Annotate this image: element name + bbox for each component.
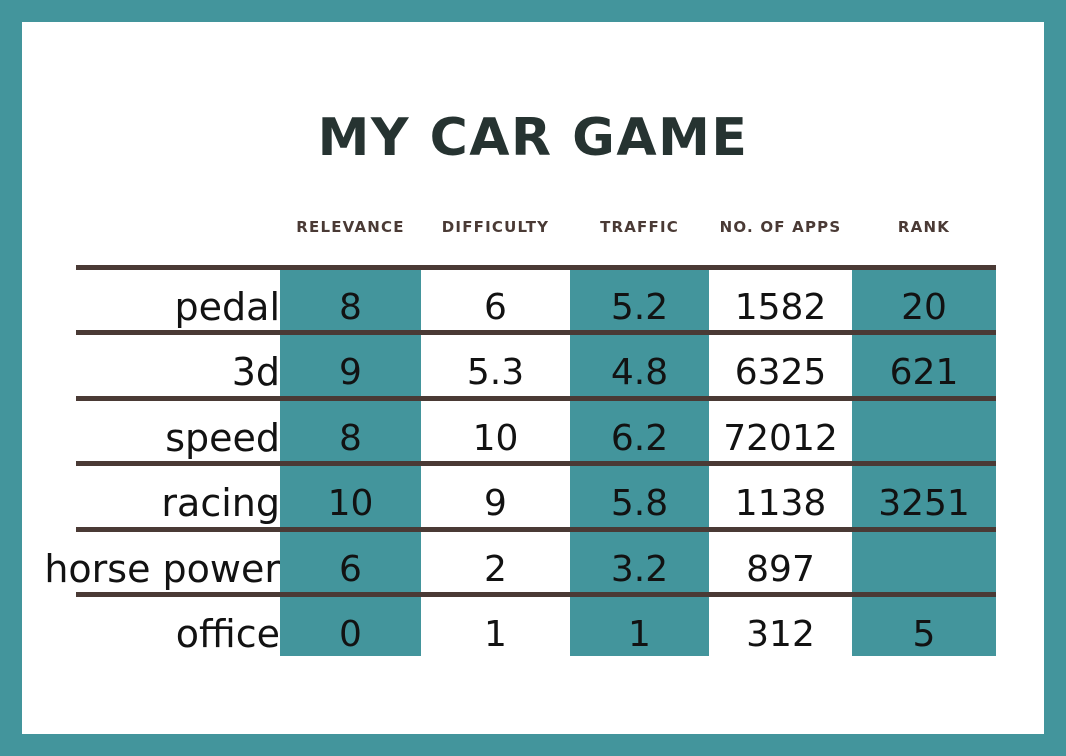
- row-label: office: [175, 612, 280, 656]
- table-cell: 312: [746, 614, 815, 655]
- table-rule: [76, 265, 996, 270]
- table-cell: 621: [889, 352, 959, 393]
- row-label: 3d: [231, 350, 280, 394]
- table-cell: 6.2: [610, 418, 669, 459]
- table-cell: 6: [339, 549, 362, 590]
- table-cell: 9: [484, 483, 507, 524]
- table-cell: 1582: [734, 287, 827, 328]
- row-label: speed: [165, 416, 280, 460]
- table-cell: 20: [901, 287, 947, 328]
- column-header-relevance: RELEVANCE: [296, 218, 405, 236]
- table-cell: 10: [327, 483, 374, 524]
- table-cell: 6325: [734, 352, 827, 393]
- column-header-traffic: TRAFFIC: [600, 218, 679, 236]
- poster-frame: MY CAR GAME RELEVANCE DIFFICULTY TRAFFIC…: [0, 0, 1066, 756]
- table-cell: 72012: [723, 418, 838, 459]
- table-cell: 1: [484, 614, 507, 655]
- row-label: racing: [161, 481, 280, 525]
- table-rule: [76, 330, 996, 335]
- table-cell: 3251: [878, 483, 970, 524]
- row-label: horse power: [44, 547, 280, 591]
- table-rule: [76, 461, 996, 466]
- table-cell: 5: [912, 614, 936, 655]
- table-cell: 3.2: [610, 549, 669, 590]
- table-cell: 10: [472, 418, 519, 459]
- table-cell: 1138: [734, 483, 827, 524]
- poster-inner: MY CAR GAME RELEVANCE DIFFICULTY TRAFFIC…: [22, 22, 1044, 734]
- table-cell: 8: [339, 418, 362, 459]
- column-header-no-of-apps: NO. OF APPS: [719, 218, 842, 236]
- page-title: MY CAR GAME: [317, 108, 749, 168]
- table-cell: 897: [746, 549, 815, 590]
- column-header-difficulty: DIFFICULTY: [441, 218, 550, 236]
- column-header-rank: RANK: [897, 218, 951, 236]
- table-cell: 4.8: [610, 352, 669, 393]
- table-rule: [76, 396, 996, 401]
- table-cell: 8: [339, 287, 362, 328]
- row-label: pedal: [174, 285, 280, 329]
- table-cell: 2: [484, 549, 507, 590]
- table-cell: 9: [339, 352, 362, 393]
- table-cell: 1: [628, 614, 651, 655]
- table-cell: 6: [484, 287, 507, 328]
- table-cell: 5.2: [610, 287, 669, 328]
- table-rule: [76, 592, 996, 597]
- table-cell: 0: [339, 614, 362, 655]
- table-cell: 5.8: [610, 483, 669, 524]
- table-rule: [76, 527, 996, 532]
- table-cell: 5.3: [466, 352, 525, 393]
